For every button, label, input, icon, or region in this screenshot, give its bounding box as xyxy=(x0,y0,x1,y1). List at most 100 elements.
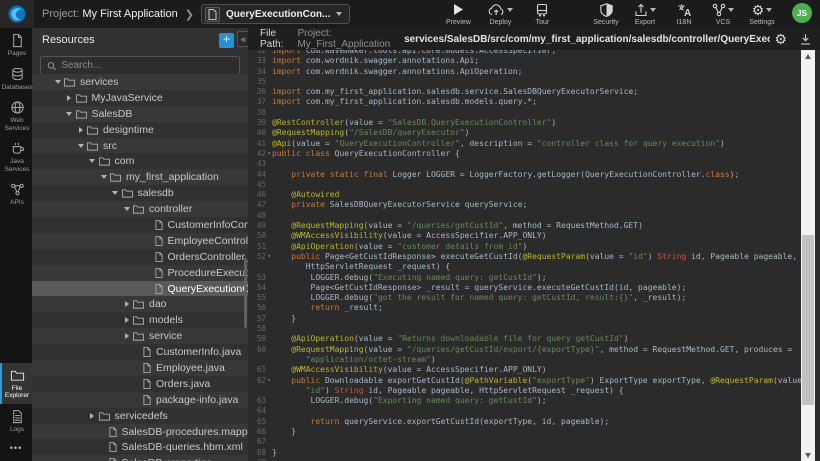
sidebar-item-apis[interactable]: APIs xyxy=(0,177,32,211)
code-line-61[interactable]: 61 @WMAccessVisibility(value = AccessSpe… xyxy=(248,365,801,375)
collapsed-arrow-icon[interactable] xyxy=(122,301,131,307)
sidebar-item-pages[interactable]: Pages xyxy=(0,28,32,62)
expanded-arrow-icon[interactable] xyxy=(122,207,131,211)
code-line-33[interactable]: 33import com.wordnik.swagger.annotations… xyxy=(248,56,801,66)
tree-file-SalesDB-procedures.mappings.json[interactable]: SalesDB-procedures.mappings.json xyxy=(32,424,248,440)
search-input[interactable] xyxy=(61,60,233,71)
code-line-63[interactable]: 63 LOGGER.debug("Exporting named query: … xyxy=(248,396,801,406)
wavemaker-logo[interactable] xyxy=(0,0,34,28)
tree-folder-models[interactable]: models xyxy=(32,312,248,328)
code-line-67[interactable]: 67 xyxy=(248,437,801,447)
tree-folder-servicedefs[interactable]: servicedefs xyxy=(32,408,248,424)
tree-file-SalesDB-queries.hbm.xml[interactable]: SalesDB-queries.hbm.xml xyxy=(32,439,248,455)
code-line-62[interactable]: 62▾ public Downloadable exportGetCustId(… xyxy=(248,376,801,386)
code-line-40[interactable]: 40@RequestMapping("/SalesDB/queryExecuto… xyxy=(248,128,801,138)
tree-file-CustomerInfoController.java[interactable]: CustomerInfoController.java xyxy=(32,217,248,233)
code-line-51[interactable]: 51 @ApiOperation(value = "customer detai… xyxy=(248,242,801,252)
code-line-38[interactable]: 38 xyxy=(248,108,801,118)
code-line-39[interactable]: 39@RestController(value = "SalesDB.Query… xyxy=(248,118,801,128)
code-line-43[interactable]: 43 xyxy=(248,159,801,169)
collapsed-arrow-icon[interactable] xyxy=(122,317,131,323)
code-line-47[interactable]: 47 private SalesDBQueryExecutorService q… xyxy=(248,200,801,210)
tree-folder-service[interactable]: service xyxy=(32,328,248,344)
security-button[interactable]: Security xyxy=(593,3,619,26)
code-line-56[interactable]: 56 return _result; xyxy=(248,303,801,313)
code-line-66[interactable]: 66 } xyxy=(248,427,801,437)
project-name[interactable]: My First Application xyxy=(82,8,177,20)
code-line-34[interactable]: 34import com.wordnik.swagger.annotations… xyxy=(248,67,801,77)
code-line-wrap[interactable]: "application/octet-stream") xyxy=(248,355,801,365)
code-line-48[interactable]: 48 xyxy=(248,211,801,221)
collapse-panel-button[interactable]: « xyxy=(237,31,248,47)
editor-settings-gear-icon[interactable]: ⚙ xyxy=(774,32,787,46)
code-line-65[interactable]: 65 return queryService.exportGetCustId(e… xyxy=(248,417,801,427)
code-line-54[interactable]: 54 Page<GetCustIdResponse> _result = que… xyxy=(248,283,801,293)
user-avatar[interactable]: JS xyxy=(792,3,812,23)
code-editor[interactable]: 32import com.wavemaker.tools.api.core.mo… xyxy=(248,50,820,461)
tree-file-Orders.java[interactable]: Orders.java xyxy=(32,376,248,392)
expanded-arrow-icon[interactable] xyxy=(88,159,97,163)
expanded-arrow-icon[interactable] xyxy=(99,175,108,179)
tree-folder-services[interactable]: services xyxy=(32,74,248,90)
tab-chevron-down-icon[interactable] xyxy=(336,12,342,16)
sidebar-item-logs[interactable]: Logs xyxy=(0,404,32,438)
tree-file-QueryExecutionController.java[interactable]: QueryExecutionController.java xyxy=(32,281,248,297)
tree-folder-controller[interactable]: controller xyxy=(32,201,248,217)
collapsed-arrow-icon[interactable] xyxy=(65,95,74,101)
code-line-41[interactable]: 41@Api(value = "QueryExecutionController… xyxy=(248,139,801,149)
tree-file-package-info.java[interactable]: package-info.java xyxy=(32,392,248,408)
collapsed-arrow-icon[interactable] xyxy=(88,413,97,419)
code-line-64[interactable]: 64 xyxy=(248,406,801,416)
collapsed-arrow-icon[interactable] xyxy=(122,333,131,339)
code-line-37[interactable]: 37import com.my_first_application.salesd… xyxy=(248,97,801,107)
code-line-42[interactable]: 42▾public class QueryExecutionController… xyxy=(248,149,801,159)
code-line-57[interactable]: 57 } xyxy=(248,314,801,324)
expanded-arrow-icon[interactable] xyxy=(65,112,74,116)
tree-file-ProcedureExecutionController.java[interactable]: ProcedureExecutionController.java xyxy=(32,265,248,281)
code-line-46[interactable]: 46 @Autowired xyxy=(248,190,801,200)
tree-folder-my_first_application[interactable]: my_first_application xyxy=(32,169,248,185)
expanded-arrow-icon[interactable] xyxy=(111,191,120,195)
tree-folder-designtime[interactable]: designtime xyxy=(32,122,248,138)
code-line-58[interactable]: 58 xyxy=(248,324,801,334)
code-line-68[interactable]: 68} xyxy=(248,448,801,458)
tree-folder-dao[interactable]: dao xyxy=(32,296,248,312)
sidebar-item-databases[interactable]: Databases xyxy=(0,62,32,96)
download-icon[interactable] xyxy=(799,33,812,46)
code-line-35[interactable]: 35 xyxy=(248,77,801,87)
code-line-60[interactable]: 60 @RequestMapping(value = "/queries/get… xyxy=(248,345,801,355)
tree-folder-MyJavaService[interactable]: MyJavaService xyxy=(32,90,248,106)
settings-button[interactable]: ⚙ Settings xyxy=(749,3,775,26)
tour-button[interactable]: Tour xyxy=(529,3,555,26)
code-line-53[interactable]: 53 LOGGER.debug("Executing named query: … xyxy=(248,273,801,283)
i18n-button[interactable]: A I18N xyxy=(671,3,697,26)
add-resource-button[interactable]: + xyxy=(219,33,234,48)
deploy-button[interactable]: Deploy xyxy=(487,3,513,26)
expanded-arrow-icon[interactable] xyxy=(76,144,85,148)
more-options-button[interactable]: ••• xyxy=(0,437,32,459)
code-line-59[interactable]: 59 @ApiOperation(value = "Returns downlo… xyxy=(248,334,801,344)
code-line-50[interactable]: 50 @WMAccessVisibility(value = AccessSpe… xyxy=(248,231,801,241)
code-line-wrap[interactable]: "id") String id, Pageable pageable, Http… xyxy=(248,386,801,396)
tree-file-SalesDB.properties[interactable]: SalesDB.properties xyxy=(32,455,248,461)
tree-file-CustomerInfo.java[interactable]: CustomerInfo.java xyxy=(32,344,248,360)
expanded-arrow-icon[interactable] xyxy=(53,80,62,84)
code-line-36[interactable]: 36import com.my_first_application.salesd… xyxy=(248,87,801,97)
code-line-55[interactable]: 55 LOGGER.debug("got the result for name… xyxy=(248,293,801,303)
editor-scrollbar[interactable] xyxy=(801,50,815,461)
code-line-45[interactable]: 45 xyxy=(248,180,801,190)
code-line-52[interactable]: 52▾ public Page<GetCustIdResponse> execu… xyxy=(248,252,801,262)
code-line-44[interactable]: 44 private static final Logger LOGGER = … xyxy=(248,170,801,180)
editor-scrollbar-thumb[interactable] xyxy=(802,235,814,405)
code-line-49[interactable]: 49 @RequestMapping(value = "/queries/get… xyxy=(248,221,801,231)
tree-folder-com[interactable]: com xyxy=(32,153,248,169)
tree-file-EmployeeController.java[interactable]: EmployeeController.java xyxy=(32,233,248,249)
preview-button[interactable]: Preview xyxy=(445,3,471,26)
tree-file-OrdersController.java[interactable]: OrdersController.java xyxy=(32,249,248,265)
tree-scrollbar-thumb[interactable] xyxy=(244,258,247,328)
export-button[interactable]: Export xyxy=(632,3,658,26)
vcs-button[interactable]: VCS xyxy=(710,3,736,26)
open-file-tab[interactable]: QueryExecutionCon... xyxy=(201,4,350,24)
tree-file-Employee.java[interactable]: Employee.java xyxy=(32,360,248,376)
sidebar-item-java-services[interactable]: Java Services xyxy=(0,136,32,177)
